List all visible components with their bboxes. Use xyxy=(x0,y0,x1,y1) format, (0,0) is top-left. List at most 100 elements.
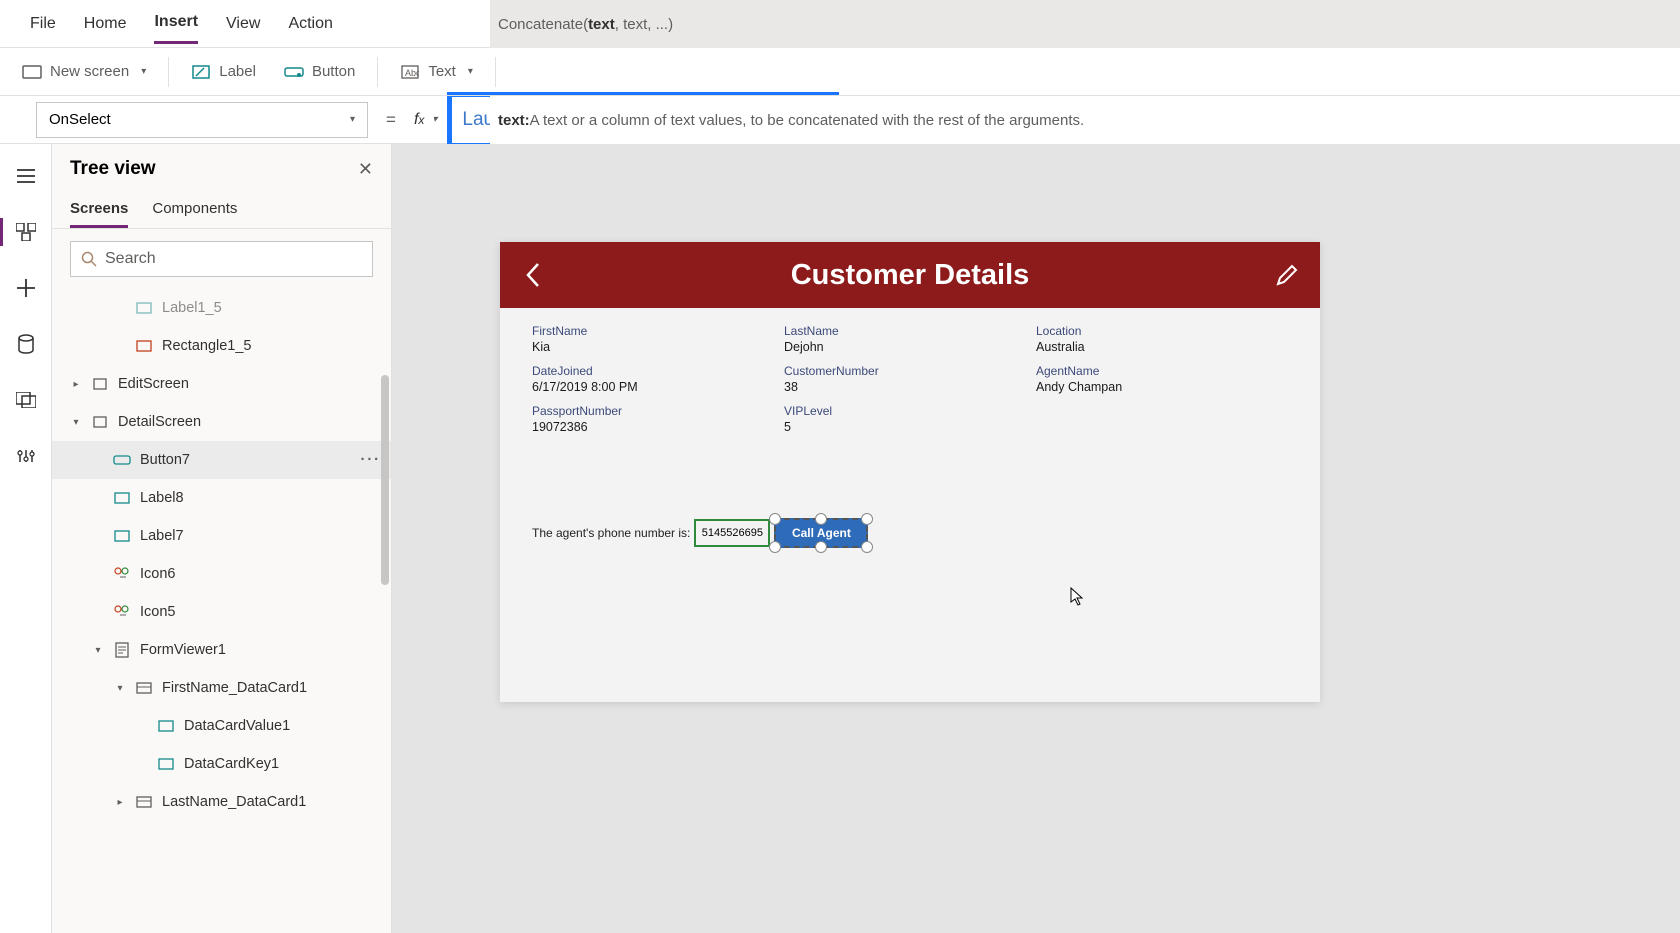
tree-item-icon5[interactable]: Icon5 xyxy=(52,593,391,631)
resize-handle[interactable] xyxy=(815,513,827,525)
tree-item-label: FormViewer1 xyxy=(140,642,226,658)
search-icon xyxy=(81,251,97,267)
field-label: FirstName xyxy=(532,324,784,338)
field-label: DateJoined xyxy=(532,364,784,378)
tree-item-lastname-card[interactable]: ▸ LastName_DataCard1 xyxy=(52,783,391,821)
tree-item-label: Label1_5 xyxy=(162,300,222,316)
phone-label: The agent's phone number is: xyxy=(532,526,690,540)
canvas[interactable]: Customer Details FirstNameKia LastNameDe… xyxy=(392,144,1680,933)
field-label: LastName xyxy=(784,324,1036,338)
tree-item-label: Rectangle1_5 xyxy=(162,338,252,354)
form-icon xyxy=(112,642,132,658)
chevron-down-icon: ▾ xyxy=(141,66,146,77)
insert-icon[interactable] xyxy=(14,276,38,300)
scrollbar[interactable] xyxy=(381,375,389,585)
data-icon[interactable] xyxy=(14,332,38,356)
menu-file[interactable]: File xyxy=(30,5,56,43)
tree-item-label: Label7 xyxy=(140,528,184,544)
hamburger-icon[interactable] xyxy=(14,164,38,188)
menu-view[interactable]: View xyxy=(226,5,260,43)
resize-handle[interactable] xyxy=(815,541,827,553)
search-input[interactable]: Search xyxy=(70,241,373,277)
back-icon[interactable] xyxy=(518,260,548,290)
menu-action[interactable]: Action xyxy=(288,5,332,43)
fx-icon: fx xyxy=(414,111,424,129)
field-label: PassportNumber xyxy=(532,404,784,418)
label-icon xyxy=(156,756,176,772)
call-agent-button[interactable]: Call Agent xyxy=(774,518,868,548)
property-name: OnSelect xyxy=(49,111,111,128)
sig-bold: text xyxy=(588,16,615,33)
label-button[interactable]: Label xyxy=(179,57,268,86)
tree-item-label: Icon5 xyxy=(140,604,175,620)
tree-item-label8[interactable]: Label8 xyxy=(52,479,391,517)
field-value: 19072386 xyxy=(532,420,784,434)
tree-title: Tree view xyxy=(70,158,156,180)
button-button[interactable]: Button xyxy=(272,57,367,86)
media-icon[interactable] xyxy=(14,388,38,412)
field-datejoined: DateJoined 6/17/2019 8:00 PM xyxy=(532,364,784,394)
field-value: Kia xyxy=(532,340,784,354)
property-selector[interactable]: OnSelect ▾ xyxy=(36,102,368,138)
close-icon[interactable]: ✕ xyxy=(358,159,373,180)
settings-icon[interactable] xyxy=(14,444,38,468)
phone-number: 5145526695 xyxy=(694,519,770,547)
field-vip: VIPLevel5 xyxy=(784,404,1036,434)
tree-item-label7[interactable]: Label7 xyxy=(52,517,391,555)
field-value: Australia xyxy=(1036,340,1288,354)
resize-handle[interactable] xyxy=(769,513,781,525)
tree-item-datacardkey1[interactable]: DataCardKey1 xyxy=(52,745,391,783)
sig-pre: Concatenate( xyxy=(498,16,588,33)
field-value: 38 xyxy=(784,380,1036,394)
button-icon xyxy=(112,452,132,468)
edit-icon[interactable] xyxy=(1272,260,1302,290)
field-lastname: LastNameDejohn xyxy=(784,324,1036,354)
tree-item-icon6[interactable]: Icon6 xyxy=(52,555,391,593)
tree-item-detailscreen[interactable]: ▾ DetailScreen xyxy=(52,403,391,441)
chevron-right-icon: ▸ xyxy=(70,379,82,390)
field-value: 6/17/2019 8:00 PM xyxy=(532,380,784,394)
tree-item-label: DataCardKey1 xyxy=(184,756,279,772)
tree-item-label1-5[interactable]: Label1_5 xyxy=(52,289,391,327)
tree-item-formviewer1[interactable]: ▾ FormViewer1 xyxy=(52,631,391,669)
tree-item-label: FirstName_DataCard1 xyxy=(162,680,307,696)
tree-item-rectangle1-5[interactable]: Rectangle1_5 xyxy=(52,327,391,365)
hint-desc: A text or a column of text values, to be… xyxy=(530,112,1084,129)
ribbon-separator-2 xyxy=(377,57,378,87)
tree-item-label: DetailScreen xyxy=(118,414,201,430)
new-screen-button[interactable]: New screen ▾ xyxy=(10,57,158,86)
resize-handle[interactable] xyxy=(861,541,873,553)
app-preview: Customer Details FirstNameKia LastNameDe… xyxy=(500,242,1320,702)
ribbon-separator-3 xyxy=(495,57,496,87)
button-icon xyxy=(284,64,304,80)
chevron-down-icon: ▾ xyxy=(70,417,82,428)
text-button[interactable]: Abc Text ▾ xyxy=(388,57,485,86)
screen-icon xyxy=(90,414,110,430)
chevron-down-icon: ▾ xyxy=(432,114,437,125)
tree-item-editscreen[interactable]: ▸ EditScreen xyxy=(52,365,391,403)
tab-screens[interactable]: Screens xyxy=(70,192,128,228)
menu-home[interactable]: Home xyxy=(84,5,127,43)
tree-item-datacardvalue1[interactable]: DataCardValue1 xyxy=(52,707,391,745)
sig-post: , text, ...) xyxy=(615,16,673,33)
more-icon[interactable]: ··· xyxy=(361,452,382,468)
resize-handle[interactable] xyxy=(861,513,873,525)
tree-item-firstname-card[interactable]: ▾ FirstName_DataCard1 xyxy=(52,669,391,707)
rectangle-icon xyxy=(134,338,154,354)
button-label: Button xyxy=(312,63,355,80)
field-label: Location xyxy=(1036,324,1288,338)
label-icon xyxy=(112,528,132,544)
body: Tree view ✕ Screens Components Search La… xyxy=(0,144,1680,933)
resize-handle[interactable] xyxy=(769,541,781,553)
search-placeholder: Search xyxy=(105,250,156,268)
menu-insert[interactable]: Insert xyxy=(154,3,198,44)
top-menu: File Home Insert View Action Concatenate… xyxy=(0,0,1680,48)
tree-view-icon[interactable] xyxy=(14,220,38,244)
field-grid: FirstName Kia LastNameDejohn Location Aust… xyxy=(500,308,1320,440)
icon-icon xyxy=(112,604,132,620)
tab-components[interactable]: Components xyxy=(152,192,237,228)
phone-row: The agent's phone number is: 5145526695 … xyxy=(532,518,868,548)
tree-item-button7[interactable]: Button7 ··· xyxy=(52,441,391,479)
fx-button[interactable]: fx ▾ xyxy=(414,111,437,129)
tree-item-label: DataCardValue1 xyxy=(184,718,290,734)
